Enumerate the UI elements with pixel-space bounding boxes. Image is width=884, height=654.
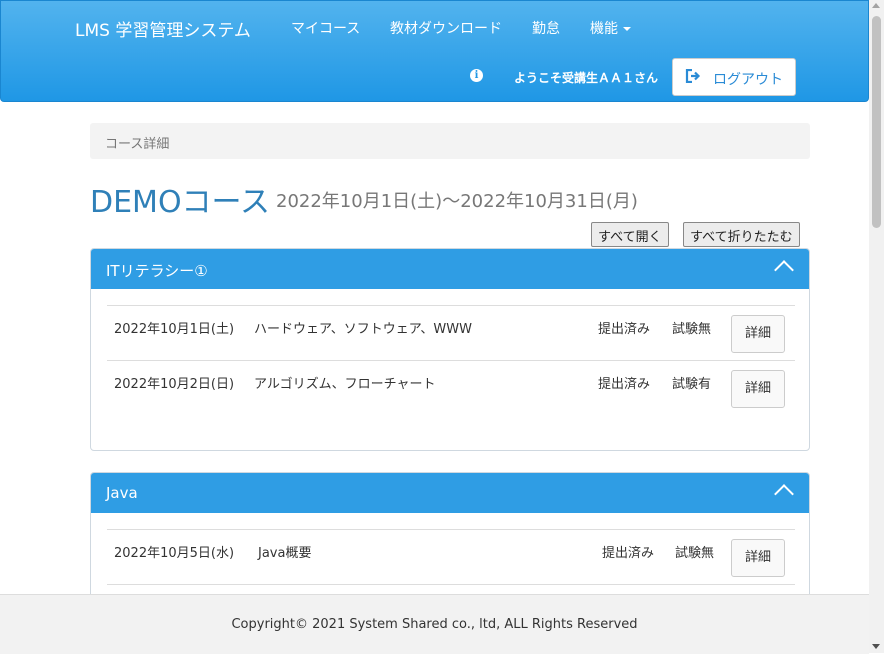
row-status: 提出済み	[602, 546, 655, 561]
section-header[interactable]: ITリテラシー①	[91, 249, 809, 289]
footer: Copyright© 2021 System Shared co., ltd, …	[0, 594, 869, 654]
row-exam: 試験無	[672, 322, 712, 337]
logout-button[interactable]: ログアウト	[672, 58, 796, 96]
row-date: 2022年10月2日(日)	[114, 377, 235, 392]
vertical-scrollbar[interactable]	[869, 0, 884, 653]
scroll-thumb[interactable]	[872, 16, 881, 228]
row-topic: アルゴリズム、フローチャート	[254, 377, 436, 392]
nav-attendance[interactable]: 勤怠	[532, 18, 560, 38]
table-row: 2022年10月1日(土) ハードウェア、ソフトウェア、WWW 提出済み 試験無…	[107, 305, 795, 361]
detail-button[interactable]: 詳細	[731, 315, 785, 353]
section-header[interactable]: Java	[91, 473, 809, 513]
function-menu-label: 機能	[590, 21, 618, 37]
row-topic: Java概要	[258, 546, 312, 561]
breadcrumb-item: コース詳細	[105, 137, 170, 152]
chevron-up-icon[interactable]	[774, 484, 794, 504]
course-period: 2022年10月1日(土)～2022年10月31日(月)	[276, 191, 638, 212]
section-panel: ITリテラシー① 2022年10月1日(土) ハードウェア、ソフトウェア、WWW…	[90, 248, 810, 451]
logout-icon	[685, 68, 701, 87]
welcome-message: ようこそ受講生ＡＡ１さん	[514, 71, 659, 85]
row-date: 2022年10月1日(土)	[114, 322, 235, 337]
nav-function-menu[interactable]: 機能	[590, 18, 631, 38]
logout-label: ログアウト	[713, 72, 783, 88]
brand-logo[interactable]: LMS 学習管理システム	[75, 16, 251, 41]
nav-my-course[interactable]: マイコース	[291, 18, 360, 38]
chevron-up-icon[interactable]	[774, 260, 794, 280]
section-title: Java	[106, 484, 138, 502]
copyright-text: Copyright© 2021 System Shared co., ltd, …	[231, 617, 638, 632]
scroll-down-arrow-icon[interactable]	[872, 644, 880, 649]
scroll-up-arrow-icon[interactable]	[872, 3, 880, 8]
breadcrumb: コース詳細	[90, 123, 810, 159]
collapse-all-button[interactable]: すべて折りたたむ	[683, 222, 800, 247]
info-icon[interactable]: i	[470, 69, 483, 82]
detail-button[interactable]: 詳細	[731, 539, 785, 577]
top-navbar: LMS 学習管理システム マイコース 教材ダウンロード 勤怠 機能 i ようこそ…	[0, 0, 869, 102]
course-title: DEMOコース	[90, 185, 271, 220]
table-row: 2022年10月5日(水) Java概要 提出済み 試験無 詳細	[107, 529, 795, 585]
row-exam: 試験無	[675, 546, 715, 561]
row-status: 提出済み	[598, 322, 651, 337]
row-topic: ハードウェア、ソフトウェア、WWW	[254, 322, 472, 337]
table-row: 2022年10月2日(日) アルゴリズム、フローチャート 提出済み 試験有 詳細	[107, 360, 795, 416]
expand-all-button[interactable]: すべて開く	[591, 222, 669, 247]
nav-material-download[interactable]: 教材ダウンロード	[390, 18, 502, 38]
detail-button[interactable]: 詳細	[731, 370, 785, 408]
row-status: 提出済み	[598, 377, 651, 392]
caret-down-icon	[623, 27, 631, 31]
section-title: ITリテラシー①	[106, 262, 208, 280]
row-exam: 試験有	[672, 377, 712, 392]
row-date: 2022年10月5日(水)	[114, 546, 235, 561]
